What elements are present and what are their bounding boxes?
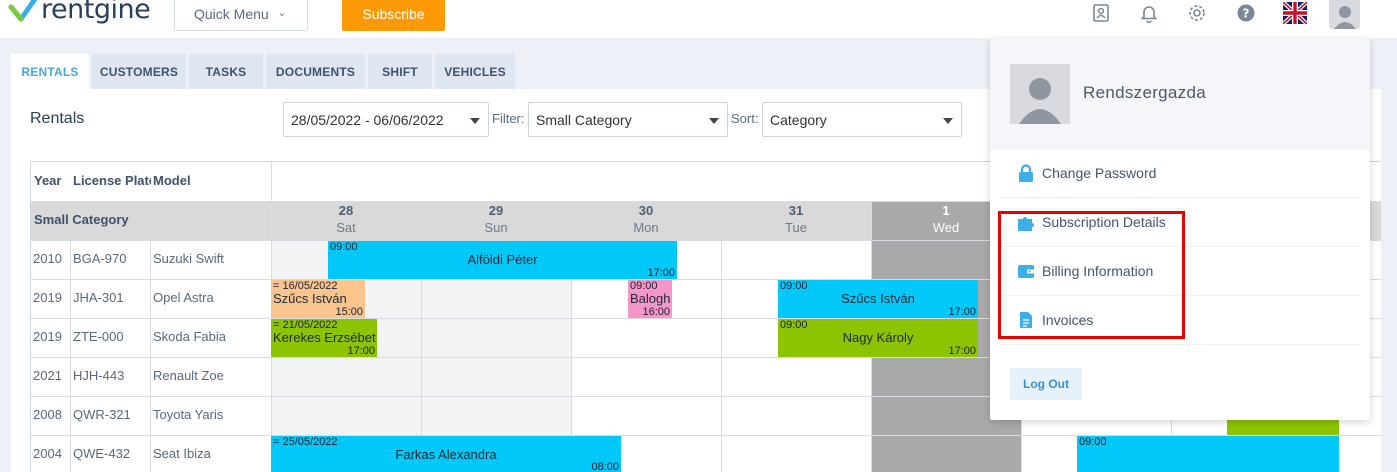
row-year: 2019 — [33, 329, 62, 344]
row-plate[interactable]: QWR-321 — [73, 407, 131, 422]
sort-label: Sort: — [731, 111, 759, 126]
tab-documents[interactable]: DOCUMENTS — [266, 54, 365, 90]
caret-down-icon — [709, 118, 719, 124]
row-year: 2010 — [33, 251, 62, 266]
user-header: Rendszergazda — [990, 38, 1370, 150]
booking-block[interactable]: 09:00 — [1077, 436, 1339, 472]
tab-vehicles[interactable]: VEHICLES — [435, 54, 515, 90]
svg-text:?: ? — [1243, 7, 1250, 21]
subscribe-button[interactable]: Subscribe — [342, 0, 445, 31]
billing-information-item[interactable]: Billing Information — [1000, 247, 1360, 296]
day-header: 29 Sun — [484, 203, 508, 235]
day-header: 31 Tue — [785, 203, 807, 235]
row-model: Renault Zoe — [153, 368, 224, 383]
sort-value: Category — [770, 111, 827, 128]
row-plate[interactable]: JHA-301 — [73, 290, 124, 305]
day-header: 28 Sat — [336, 203, 356, 235]
change-password-item[interactable]: Change Password — [1000, 149, 1360, 198]
caret-down-icon — [943, 118, 953, 124]
booking-block[interactable]: 09:00 Szűcs István 17:00 — [778, 280, 978, 318]
caret-down-icon — [470, 118, 480, 124]
filter-value: Small Category — [536, 111, 632, 128]
row-plate[interactable]: HJH-443 — [73, 368, 124, 383]
grid-line — [70, 240, 71, 472]
rentgine-logo-icon — [8, 0, 38, 21]
row-year: 2021 — [33, 368, 62, 383]
booking-block[interactable]: = 25/05/2022 Farkas Alexandra 08:00 — [271, 436, 621, 472]
avatar-icon[interactable] — [1329, 0, 1360, 29]
uk-flag-icon[interactable] — [1283, 2, 1307, 24]
date-range-value: 28/05/2022 - 06/06/2022 — [291, 111, 444, 128]
lock-icon — [1019, 164, 1033, 182]
menu-item-label: Billing Information — [1042, 263, 1154, 279]
user-dropdown-menu: Rendszergazda Change Password Subscripti… — [990, 38, 1370, 420]
grid-line — [150, 240, 151, 472]
booking-block[interactable]: = 16/05/2022 Szűcs István 15:00 — [271, 280, 365, 318]
help-icon[interactable]: ? — [1235, 2, 1257, 24]
quick-menu-label: Quick Menu — [194, 5, 269, 22]
booking-block[interactable]: 09:00 Nagy Károly 17:00 — [778, 319, 978, 357]
row-year: 2004 — [33, 446, 62, 461]
filter-label: Filter: — [492, 111, 525, 126]
grid-line — [721, 201, 722, 472]
top-bar: rentgine Quick Menu ⌄ Subscribe ? — [0, 0, 1397, 38]
menu-item-label: Change Password — [1042, 165, 1157, 181]
booking-block[interactable]: = 21/05/2022 Kerekes Erzsébet 17:00 — [271, 319, 377, 357]
avatar — [1010, 64, 1070, 124]
brand-name: rentgine — [41, 0, 151, 25]
logo[interactable]: rentgine — [8, 0, 151, 25]
col-year-header[interactable]: Year — [34, 173, 61, 188]
row-year: 2019 — [33, 290, 62, 305]
gear-icon[interactable] — [1186, 2, 1208, 24]
row-model: Skoda Fabia — [153, 329, 226, 344]
tab-rentals[interactable]: RENTALS — [11, 54, 89, 90]
menu-item-label: Invoices — [1042, 312, 1094, 328]
logout-button[interactable]: Log Out — [1010, 368, 1082, 400]
subscription-details-item[interactable]: Subscription Details — [1000, 198, 1360, 247]
row-model: Seat Ibiza — [153, 446, 211, 461]
row-model: Opel Astra — [153, 290, 214, 305]
page-title: Rentals — [30, 110, 85, 127]
sort-select[interactable]: Category — [762, 102, 962, 137]
quick-menu-button[interactable]: Quick Menu ⌄ — [174, 0, 308, 31]
booking-block[interactable]: 09:00 Alföldi Péter 17:00 — [328, 241, 677, 279]
row-plate[interactable]: BGA-970 — [73, 251, 126, 266]
row-model: Toyota Yaris — [153, 407, 224, 422]
col-plate-header[interactable]: License Plate — [73, 173, 151, 188]
booking-block[interactable]: 09:00 Balogh 16:00 — [628, 280, 672, 318]
document-icon — [1020, 312, 1032, 328]
filter-select[interactable]: Small Category — [528, 102, 728, 137]
date-range-select[interactable]: 28/05/2022 - 06/06/2022 — [283, 102, 489, 137]
day-header: 30 Mon — [633, 203, 659, 235]
chevron-down-icon: ⌄ — [277, 8, 287, 19]
row-model: Suzuki Swift — [153, 251, 224, 266]
row-year: 2008 — [33, 407, 62, 422]
col-model-header[interactable]: Model — [153, 173, 191, 188]
invoices-item[interactable]: Invoices — [1000, 296, 1360, 345]
wallet-icon — [1018, 265, 1034, 278]
main-tabs: RENTALS CUSTOMERS TASKS DOCUMENTS SHIFT … — [11, 54, 518, 90]
group-label: Small Category — [34, 212, 129, 227]
menu-item-label: Subscription Details — [1042, 214, 1166, 230]
puzzle-icon — [1018, 217, 1034, 231]
bell-icon[interactable] — [1138, 2, 1160, 24]
tab-tasks[interactable]: TASKS — [189, 54, 263, 90]
contacts-icon[interactable] — [1090, 2, 1112, 24]
row-plate[interactable]: ZTE-000 — [73, 329, 124, 344]
tab-customers[interactable]: CUSTOMERS — [92, 54, 186, 90]
row-plate[interactable]: QWE-432 — [73, 446, 130, 461]
username: Rendszergazda — [1083, 83, 1206, 102]
tab-shift[interactable]: SHIFT — [368, 54, 432, 90]
